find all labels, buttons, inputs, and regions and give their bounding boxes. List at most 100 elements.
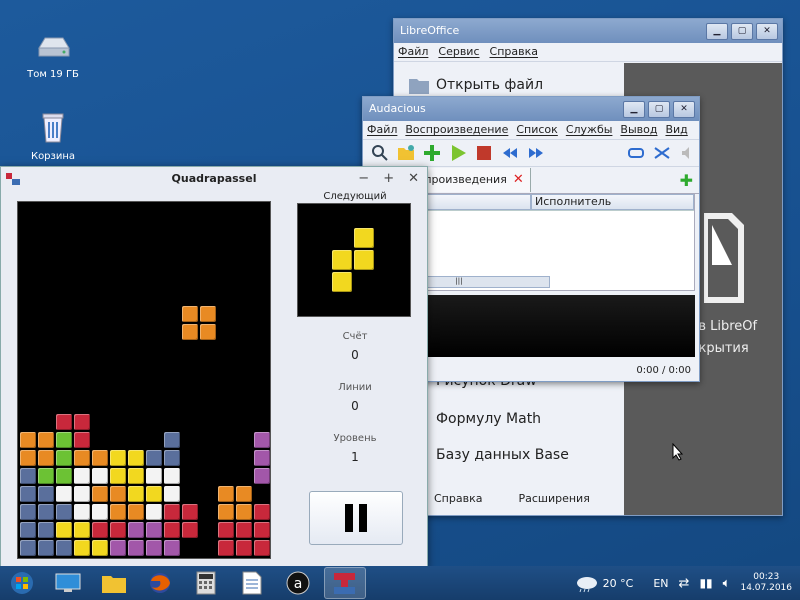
close-button[interactable]: ✕ <box>408 167 419 191</box>
tetromino-block <box>110 450 126 466</box>
game-board[interactable] <box>17 201 271 559</box>
tetromino-block <box>236 504 252 520</box>
desktop-icon-label: Том 19 ГБ <box>27 69 79 80</box>
tetromino-block <box>164 522 180 538</box>
clock[interactable]: 00:23 14.07.2016 <box>740 572 792 594</box>
weather-widget[interactable]: 20 °C <box>575 573 633 593</box>
quadrapassel-titlebar[interactable]: Quadrapassel − + ✕ <box>1 167 427 191</box>
menu-file[interactable]: Файл <box>398 43 428 61</box>
extensions-link[interactable]: Расширения <box>518 492 589 505</box>
minimize-button[interactable]: ▁ <box>623 101 645 118</box>
tetromino-block <box>164 540 180 556</box>
windows-start-icon <box>11 572 33 594</box>
taskbar-quadrapassel[interactable] <box>324 567 366 599</box>
maximize-button[interactable]: ▢ <box>731 23 753 40</box>
pause-button[interactable] <box>309 491 403 545</box>
menu-help[interactable]: Справка <box>490 43 538 61</box>
maximize-button[interactable]: + <box>383 167 394 191</box>
desktop-icon-trash[interactable]: Корзина <box>18 108 88 162</box>
next-button[interactable] <box>525 142 547 164</box>
taskbar-audacious[interactable]: a <box>278 568 318 598</box>
audacious-toolbar <box>363 140 699 167</box>
system-tray: 20 °C EN ⇄ ▮▮ 🔈︎ 00:23 14.07.2016 <box>575 566 800 600</box>
close-button[interactable]: ✕ <box>673 101 695 118</box>
close-button[interactable]: ✕ <box>756 23 778 40</box>
column-artist[interactable]: Исполнитель <box>531 194 694 210</box>
previous-icon <box>503 148 517 158</box>
search-button[interactable] <box>369 142 391 164</box>
tetromino-block <box>146 450 162 466</box>
tetromino-block <box>20 432 36 448</box>
power-plug-icon[interactable]: ⇄ <box>679 576 690 591</box>
minimize-button[interactable]: ▁ <box>706 23 728 40</box>
maximize-button[interactable]: ▢ <box>648 101 670 118</box>
menu-playback[interactable]: Воспроизведение <box>405 121 508 139</box>
add-playlist-icon[interactable]: ✚ <box>680 171 693 190</box>
tetromino-block <box>56 414 72 430</box>
tetromino-block <box>218 540 234 556</box>
next-label: Следующий <box>323 191 387 202</box>
tetromino-block <box>92 504 108 520</box>
tetromino-block <box>38 450 54 466</box>
open-folder-icon <box>398 145 414 160</box>
trash-icon <box>42 113 64 143</box>
tetromino-block <box>38 504 54 520</box>
tetromino-block <box>20 486 36 502</box>
menu-view[interactable]: Вид <box>665 121 687 139</box>
tetromino-block <box>164 450 180 466</box>
next-piece-block <box>354 228 374 248</box>
play-button[interactable] <box>447 142 469 164</box>
tetromino-block <box>164 432 180 448</box>
minimize-button[interactable]: − <box>358 167 369 191</box>
libreoffice-titlebar[interactable]: LibreOffice ▁ ▢ ✕ <box>394 19 782 43</box>
level-value: 1 <box>351 450 359 464</box>
tetromino-block <box>56 486 72 502</box>
taskbar-desktop[interactable] <box>48 568 88 598</box>
tetromino-block <box>254 522 270 538</box>
volume-button[interactable] <box>677 142 699 164</box>
taskbar-calculator[interactable] <box>186 568 226 598</box>
tetromino-block <box>20 468 36 484</box>
taskbar-file-manager[interactable] <box>94 568 134 598</box>
tetromino-block <box>20 504 36 520</box>
tetromino-block <box>236 540 252 556</box>
menu-playlist[interactable]: Список <box>516 121 557 139</box>
add-files-button[interactable] <box>421 142 443 164</box>
tetromino-block <box>74 522 90 538</box>
tetromino-block <box>218 522 234 538</box>
firefox-icon <box>150 573 170 593</box>
open-files-button[interactable] <box>395 142 417 164</box>
base-database-button[interactable]: Базу данных Base <box>408 443 569 467</box>
tetromino-block <box>218 486 234 502</box>
audacious-titlebar[interactable]: Audacious ▁ ▢ ✕ <box>363 97 699 121</box>
open-file-button[interactable]: Открыть файл <box>408 73 543 97</box>
tetromino-block <box>182 306 198 322</box>
menu-output[interactable]: Вывод <box>620 121 657 139</box>
lines-value: 0 <box>351 399 359 413</box>
start-button[interactable] <box>2 568 42 598</box>
keyboard-layout[interactable]: EN <box>653 577 668 590</box>
menu-file[interactable]: Файл <box>367 121 397 139</box>
repeat-button[interactable] <box>625 142 647 164</box>
tetromino-block <box>20 522 36 538</box>
network-icon[interactable]: ▮▮ <box>699 576 712 590</box>
tetromino-block <box>128 540 144 556</box>
menu-services[interactable]: Службы <box>566 121 613 139</box>
plus-icon <box>424 145 440 161</box>
next-icon <box>529 148 543 158</box>
menu-tools[interactable]: Сервис <box>438 43 479 61</box>
stop-button[interactable] <box>473 142 495 164</box>
close-tab-icon[interactable]: ✕ <box>513 168 524 192</box>
tetromino-block <box>254 540 270 556</box>
document-icon <box>242 571 262 595</box>
help-link[interactable]: Справка <box>434 492 482 505</box>
taskbar-firefox[interactable] <box>140 568 180 598</box>
taskbar-libreoffice[interactable] <box>232 568 272 598</box>
volume-icon[interactable]: 🔈︎ <box>723 576 731 591</box>
tetromino-block <box>74 414 90 430</box>
desktop-icon-drive[interactable]: Том 19 ГБ <box>18 30 88 80</box>
repeat-icon <box>628 148 644 158</box>
tetromino-block <box>74 540 90 556</box>
previous-button[interactable] <box>499 142 521 164</box>
shuffle-button[interactable] <box>651 142 673 164</box>
